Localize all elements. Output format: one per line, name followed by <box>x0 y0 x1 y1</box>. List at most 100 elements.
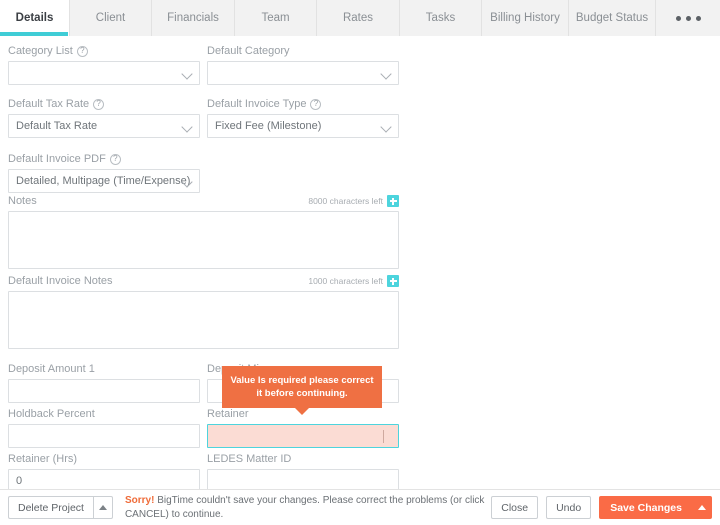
tab-label: Team <box>261 12 290 24</box>
default-tax-rate-select[interactable]: Default Tax Rate <box>8 114 200 138</box>
help-icon[interactable]: ? <box>109 153 121 165</box>
save-changes-label: Save Changes <box>610 501 682 514</box>
field-default-invoice-type: Default Invoice Type ? Fixed Fee (Milest… <box>207 97 399 138</box>
text-cursor-icon <box>383 430 384 443</box>
error-text: BigTime couldn't save your changes. Plea… <box>124 494 485 520</box>
caret-up-icon <box>98 505 107 510</box>
field-label: Default Invoice PDF ? <box>8 152 200 166</box>
tab-label: Details <box>15 12 54 24</box>
field-label: Deposit Amount 1 <box>8 362 200 376</box>
label-text: Default Invoice Type <box>207 98 307 110</box>
field-notes: Notes 8000 characters left <box>8 194 399 269</box>
notes-header: Notes 8000 characters left <box>8 194 399 208</box>
undo-button[interactable]: Undo <box>546 496 592 519</box>
default-invoice-notes-header: Default Invoice Notes 1000 characters le… <box>8 274 399 288</box>
save-changes-split-button: Save Changes <box>599 496 712 519</box>
default-invoice-pdf-select[interactable]: Detailed, Multipage (Time/Expense) <box>8 169 200 193</box>
field-label: Holdback Percent <box>8 407 200 421</box>
holdback-percent-input[interactable] <box>8 424 200 448</box>
select-value: Fixed Fee (Milestone) <box>215 120 322 132</box>
field-label: Default Category <box>207 44 399 58</box>
delete-project-split-button: Delete Project <box>8 496 113 519</box>
field-ledes-matter-id: LEDES Matter ID <box>207 452 399 493</box>
tab-financials[interactable]: Financials <box>152 0 235 36</box>
tab-label: Tasks <box>425 12 456 24</box>
footer-actions: Close Undo Save Changes <box>491 496 712 519</box>
field-holdback-percent: Holdback Percent <box>8 407 200 448</box>
field-category-list: Category List ? <box>8 44 200 85</box>
undo-label: Undo <box>556 501 582 514</box>
field-label: Retainer (Hrs) <box>8 452 200 466</box>
field-default-tax-rate: Default Tax Rate ? Default Tax Rate <box>8 97 200 138</box>
default-invoice-type-select[interactable]: Fixed Fee (Milestone) <box>207 114 399 138</box>
tab-label: Billing History <box>490 12 560 24</box>
validation-tooltip: Value Is required please correct it befo… <box>222 366 382 415</box>
tab-rates[interactable]: Rates <box>317 0 400 36</box>
field-label: LEDES Matter ID <box>207 452 399 466</box>
help-icon[interactable]: ? <box>310 98 322 110</box>
label-text: Retainer <box>207 408 249 420</box>
label-text: Deposit Amount 1 <box>8 363 95 375</box>
close-button[interactable]: Close <box>491 496 539 519</box>
field-label: Default Tax Rate ? <box>8 97 200 111</box>
field-label: Default Invoice Notes <box>8 275 113 287</box>
tab-client[interactable]: Client <box>70 0 152 36</box>
details-form: Category List ? Default Category Default… <box>0 36 720 493</box>
deposit-amount-1-input[interactable] <box>8 379 200 403</box>
expand-plus-icon[interactable] <box>387 195 399 207</box>
notes-meta: 8000 characters left <box>308 195 399 207</box>
field-default-category: Default Category <box>207 44 399 85</box>
select-value: Detailed, Multipage (Time/Expense) <box>16 175 191 187</box>
footer-bar: Delete Project Sorry! BigTime couldn't s… <box>0 489 720 525</box>
field-retainer-hrs: Retainer (Hrs) 0 <box>8 452 200 493</box>
save-changes-dropdown-button[interactable] <box>692 496 712 519</box>
tooltip-arrow-icon <box>295 408 309 415</box>
label-text: LEDES Matter ID <box>207 453 292 465</box>
save-changes-button[interactable]: Save Changes <box>599 496 692 519</box>
default-invoice-notes-meta: 1000 characters left <box>308 275 399 287</box>
close-label: Close <box>501 501 529 514</box>
field-label: Notes <box>8 195 37 207</box>
expand-plus-icon[interactable] <box>387 275 399 287</box>
label-text: Default Tax Rate <box>8 98 90 110</box>
field-default-invoice-notes: Default Invoice Notes 1000 characters le… <box>8 274 399 349</box>
tab-billing-history[interactable]: Billing History <box>482 0 569 36</box>
tab-overflow-menu[interactable] <box>656 0 720 36</box>
category-list-select[interactable] <box>8 61 200 85</box>
input-value: 0 <box>16 475 23 487</box>
default-invoice-notes-textarea[interactable] <box>8 291 399 349</box>
label-text: Holdback Percent <box>8 408 95 420</box>
retainer-input[interactable] <box>207 424 399 448</box>
help-icon[interactable]: ? <box>76 45 88 57</box>
label-text: Retainer (Hrs) <box>8 453 78 465</box>
label-text: Category List <box>8 45 73 57</box>
tab-bar: Details Client Financials Team Rates Tas… <box>0 0 720 36</box>
tab-label: Client <box>95 12 126 24</box>
field-deposit-amount-1: Deposit Amount 1 <box>8 362 200 403</box>
delete-project-button[interactable]: Delete Project <box>8 496 93 519</box>
field-label: Category List ? <box>8 44 200 58</box>
field-default-invoice-pdf: Default Invoice PDF ? Detailed, Multipag… <box>8 152 200 193</box>
chars-left-counter: 8000 characters left <box>308 196 383 206</box>
tab-budget-status[interactable]: Budget Status <box>569 0 656 36</box>
tab-team[interactable]: Team <box>235 0 317 36</box>
tab-label: Budget Status <box>575 12 649 24</box>
ellipsis-icon <box>675 15 701 21</box>
chars-left-counter: 1000 characters left <box>308 276 383 286</box>
delete-project-dropdown-button[interactable] <box>92 496 113 519</box>
field-label: Default Invoice Type ? <box>207 97 399 111</box>
error-prefix: Sorry! <box>124 494 155 506</box>
notes-textarea[interactable] <box>8 211 399 269</box>
tab-label: Rates <box>342 12 374 24</box>
label-text: Default Invoice PDF <box>8 153 106 165</box>
tab-tasks[interactable]: Tasks <box>400 0 482 36</box>
caret-up-icon <box>697 505 706 510</box>
footer-error-message: Sorry! BigTime couldn't save your change… <box>125 494 491 522</box>
default-category-select[interactable] <box>207 61 399 85</box>
label-text: Default Category <box>207 45 290 57</box>
select-value: Default Tax Rate <box>16 120 98 132</box>
help-icon[interactable]: ? <box>93 98 105 110</box>
tab-label: Financials <box>167 12 219 24</box>
delete-project-label: Delete Project <box>18 501 84 514</box>
tab-details[interactable]: Details <box>0 0 70 36</box>
